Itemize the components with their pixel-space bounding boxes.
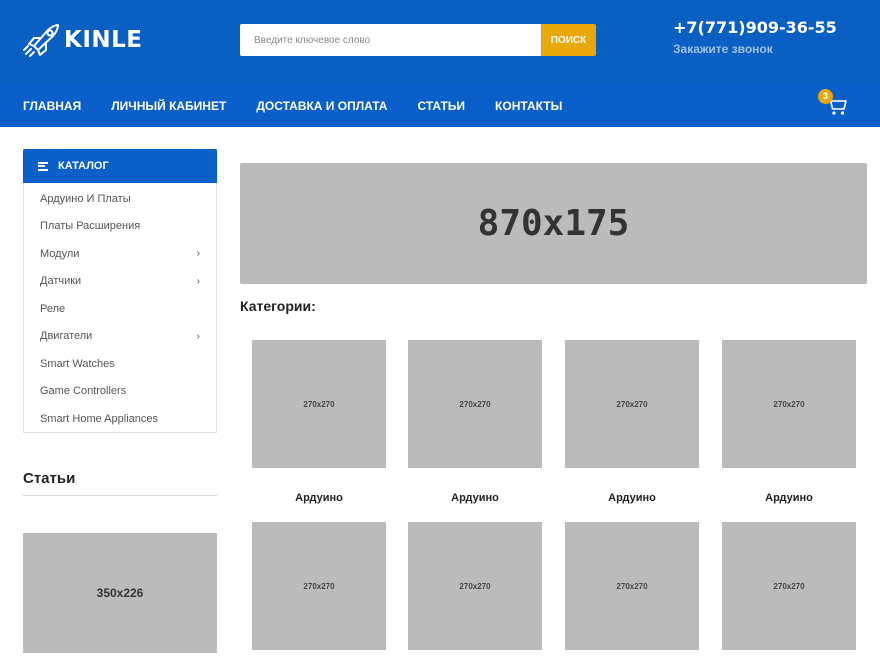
category-card[interactable]: 270x270 [565, 522, 699, 650]
category-card[interactable]: 270x270 [722, 522, 856, 650]
category-label[interactable]: Ардуино [565, 492, 699, 504]
site-header: KINLE ПОИСК +7(771)909-36-55 Закажите зв… [0, 0, 880, 84]
nav-item-contacts[interactable]: КОНТАКТЫ [495, 99, 562, 113]
banner-image[interactable]: 870x175 [240, 163, 867, 284]
category-image[interactable]: 270x270 [722, 522, 856, 650]
category-label[interactable]: Ардуино [408, 492, 542, 504]
menu-icon [38, 161, 48, 171]
catalog-item-modules[interactable]: Модули › [24, 240, 216, 268]
image-placeholder-label: 270x270 [459, 399, 491, 409]
category-label[interactable]: Ардуино [722, 492, 856, 504]
image-placeholder-label: 270x270 [616, 399, 648, 409]
logo-text: KINLE [64, 27, 143, 53]
search-button[interactable]: ПОИСК [541, 24, 596, 56]
catalog-item-smart-watches[interactable]: Smart Watches [24, 350, 216, 378]
image-placeholder-label: 270x270 [459, 581, 491, 591]
image-placeholder-label: 270x270 [773, 581, 805, 591]
category-card[interactable]: 270x270 Ардуино [565, 340, 699, 504]
chevron-right-icon: › [196, 330, 200, 342]
category-image[interactable]: 270x270 [722, 340, 856, 468]
nav-item-account[interactable]: ЛИЧНЫЙ КАБИНЕТ [111, 99, 226, 113]
image-placeholder-label: 350x226 [96, 586, 144, 600]
category-label[interactable]: Ардуино [252, 492, 386, 504]
category-image[interactable]: 270x270 [408, 340, 542, 468]
category-image[interactable]: 270x270 [252, 522, 386, 650]
image-placeholder-label: 270x270 [616, 581, 648, 591]
catalog-item-smart-home[interactable]: Smart Home Appliances [24, 405, 216, 433]
catalog-list: Ардуино И Платы Платы Расширения Модули … [24, 183, 216, 433]
catalog-item-label: Двигатели [40, 330, 93, 343]
catalog-item-relays[interactable]: Реле [24, 295, 216, 323]
nav-item-articles[interactable]: СТАТЬИ [417, 99, 465, 113]
callback-link[interactable]: Закажите звонок [673, 42, 773, 56]
catalog-item-label: Датчики [40, 275, 82, 288]
catalog-item-shields[interactable]: Платы Расширения [24, 213, 216, 241]
category-card[interactable]: 270x270 [252, 522, 386, 650]
catalog-item-motors[interactable]: Двигатели › [24, 323, 216, 351]
catalog-item-label: Smart Home Appliances [40, 412, 158, 425]
catalog-item-label: Реле [40, 302, 66, 315]
category-image[interactable]: 270x270 [408, 522, 542, 650]
search-input[interactable] [240, 24, 541, 56]
cart-count-badge: 3 [818, 89, 833, 104]
catalog-item-game-controllers[interactable]: Game Controllers [24, 378, 216, 406]
image-placeholder-label: 270x270 [303, 399, 335, 409]
article-image[interactable]: 350x226 [23, 533, 217, 653]
category-image[interactable]: 270x270 [565, 522, 699, 650]
catalog-item-label: Smart Watches [40, 357, 115, 370]
category-card[interactable]: 270x270 Ардуино [252, 340, 386, 504]
catalog-item-label: Модули [40, 247, 80, 260]
catalog-title: КАТАЛОГ [58, 160, 109, 172]
nav-item-home[interactable]: ГЛАВНАЯ [23, 99, 81, 113]
phone-number[interactable]: +7(771)909-36-55 [673, 18, 837, 37]
catalog-item-arduino[interactable]: Ардуино И Платы [24, 185, 216, 213]
image-placeholder-label: 270x270 [303, 581, 335, 591]
search-bar: ПОИСК [240, 24, 596, 56]
category-card[interactable]: 270x270 Ардуино [408, 340, 542, 504]
divider [23, 495, 217, 496]
articles-heading: Статьи [23, 470, 76, 487]
logo[interactable]: KINLE [22, 22, 143, 58]
catalog-item-sensors[interactable]: Датчики › [24, 268, 216, 296]
category-card[interactable]: 270x270 Ардуино [722, 340, 856, 504]
main-nav: ГЛАВНАЯ ЛИЧНЫЙ КАБИНЕТ ДОСТАВКА И ОПЛАТА… [0, 84, 880, 127]
catalog-menu: КАТАЛОГ Ардуино И Платы Платы Расширения… [23, 149, 217, 433]
catalog-item-label: Ардуино И Платы [40, 192, 131, 205]
categories-heading: Категории: [240, 298, 316, 314]
catalog-header[interactable]: КАТАЛОГ [23, 149, 217, 183]
category-image[interactable]: 270x270 [252, 340, 386, 468]
nav-item-delivery[interactable]: ДОСТАВКА И ОПЛАТА [256, 99, 387, 113]
category-image[interactable]: 270x270 [565, 340, 699, 468]
catalog-item-label: Платы Расширения [40, 220, 141, 233]
image-placeholder-label: 270x270 [773, 399, 805, 409]
rocket-icon [23, 24, 59, 57]
chevron-right-icon: › [196, 275, 200, 287]
catalog-item-label: Game Controllers [40, 385, 127, 398]
chevron-right-icon: › [196, 248, 200, 260]
category-card[interactable]: 270x270 [408, 522, 542, 650]
image-placeholder-label: 870x175 [477, 203, 630, 244]
